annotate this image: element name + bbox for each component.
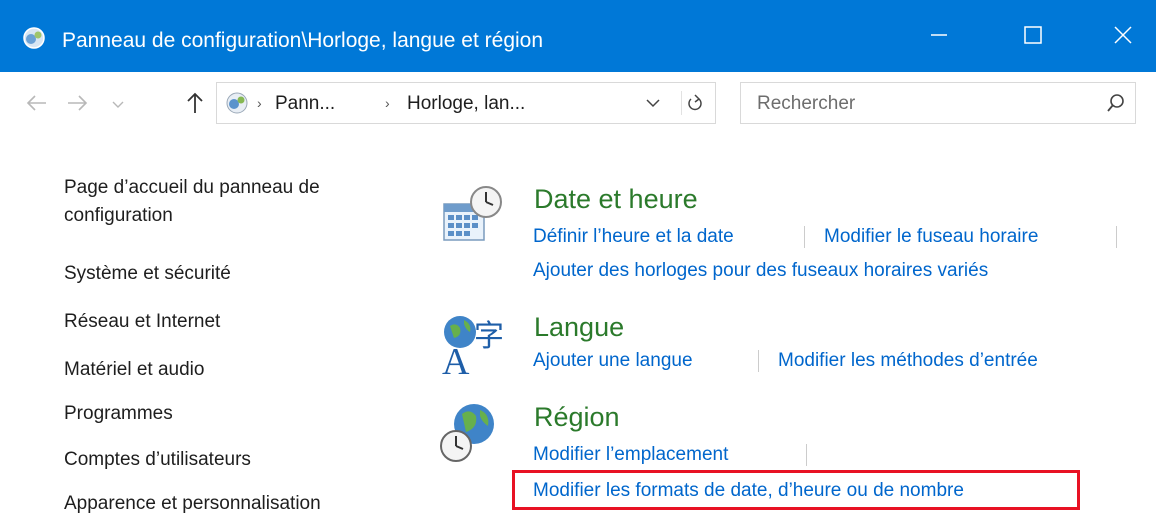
search-icon[interactable] (1105, 92, 1127, 114)
control-panel-icon (22, 26, 46, 50)
category-title-date-time[interactable]: Date et heure (534, 184, 698, 215)
highlight-annotation (512, 470, 1080, 510)
sidebar-item-system-security[interactable]: Système et sécurité (64, 260, 404, 288)
address-bar[interactable]: › Pann... › Horloge, lan... (216, 82, 716, 124)
sidebar-item-home[interactable]: Page d’accueil du panneau de (64, 174, 404, 202)
category-title-region[interactable]: Région (534, 402, 620, 433)
window-title: Panneau de configuration\Horloge, langue… (62, 29, 544, 52)
link-set-time-date[interactable]: Définir l’heure et la date (533, 226, 734, 248)
link-separator (758, 350, 759, 372)
region-globe-clock-icon[interactable] (440, 402, 494, 462)
close-icon (1113, 25, 1133, 50)
svg-text:A: A (442, 341, 470, 376)
category-title-language[interactable]: Langue (534, 312, 624, 343)
chevron-down-icon (112, 96, 124, 114)
svg-text:字: 字 (474, 319, 504, 354)
sidebar-item-user-accounts[interactable]: Comptes d’utilisateurs (64, 446, 404, 474)
calendar-clock-icon[interactable] (440, 184, 502, 241)
sidebar-item-network-internet[interactable]: Réseau et Internet (64, 308, 404, 336)
search-input[interactable] (755, 90, 1089, 118)
minimize-icon (929, 25, 949, 50)
link-separator (1116, 226, 1117, 248)
navigation-bar: › Pann... › Horloge, lan... (0, 72, 1156, 140)
forward-arrow-icon (66, 94, 88, 116)
back-button[interactable] (22, 90, 52, 120)
search-box[interactable] (740, 82, 1136, 124)
chevron-down-icon (646, 98, 660, 107)
breadcrumb-control-panel[interactable]: Pann... (275, 93, 335, 115)
maximize-icon (1023, 25, 1043, 50)
breadcrumb-separator-icon: › (385, 95, 390, 111)
back-arrow-icon (26, 94, 48, 116)
link-separator (806, 444, 807, 466)
breadcrumb-clock-language-region[interactable]: Horloge, lan... (407, 93, 525, 115)
refresh-button[interactable] (681, 91, 708, 115)
address-dropdown-button[interactable] (641, 91, 665, 115)
up-button[interactable] (180, 90, 210, 120)
link-change-location[interactable]: Modifier l’emplacement (533, 444, 728, 466)
sidebar-item-programs[interactable]: Programmes (64, 400, 404, 428)
close-button[interactable] (1094, 14, 1152, 60)
sidebar-item-hardware-audio[interactable]: Matériel et audio (64, 356, 404, 384)
control-panel-icon (225, 91, 249, 115)
up-arrow-icon (187, 92, 203, 119)
refresh-icon (688, 94, 702, 111)
link-separator (804, 226, 805, 248)
breadcrumb-separator-icon: › (257, 95, 262, 111)
sidebar-item-appearance[interactable]: Apparence et personnalisation (64, 490, 404, 518)
forward-button[interactable] (62, 90, 92, 120)
language-globe-icon[interactable]: A 字 (440, 312, 504, 383)
link-add-language[interactable]: Ajouter une langue (533, 350, 693, 372)
title-bar: Panneau de configuration\Horloge, langue… (0, 0, 1156, 72)
minimize-button[interactable] (910, 14, 968, 60)
link-change-input-methods[interactable]: Modifier les méthodes d’entrée (778, 350, 1038, 372)
recent-locations-button[interactable] (108, 90, 128, 120)
sidebar-item-home-continued[interactable]: configuration (64, 202, 404, 230)
maximize-button[interactable] (1004, 14, 1062, 60)
link-add-clocks[interactable]: Ajouter des horloges pour des fuseaux ho… (533, 260, 988, 282)
link-change-time-zone[interactable]: Modifier le fuseau horaire (824, 226, 1038, 248)
